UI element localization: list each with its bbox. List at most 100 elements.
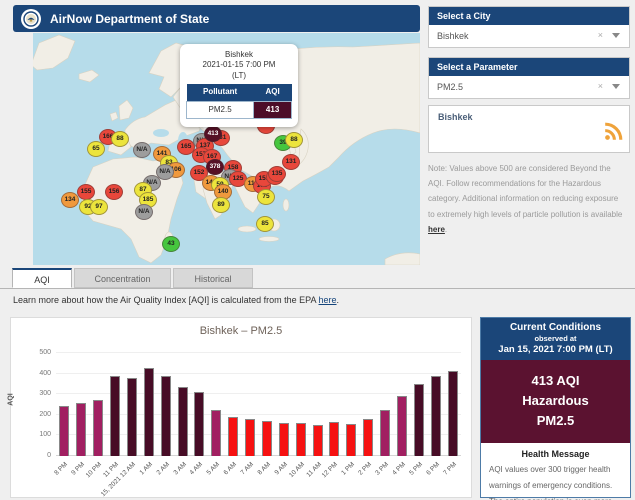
map-popup: Bishkek 2021-01-15 7:00 PM (LT) Pollutan… xyxy=(180,44,298,127)
popup-timezone: (LT) xyxy=(186,71,292,81)
aqi-bar xyxy=(329,422,339,456)
select-parameter-header: Select a Parameter xyxy=(429,58,629,76)
tab-concentration[interactable]: Concentration xyxy=(74,268,171,288)
aqi-bar xyxy=(296,423,306,456)
aqi-bar xyxy=(194,392,204,456)
select-city-box: Select a City Bishkek × xyxy=(428,6,630,48)
select-city-header: Select a City xyxy=(429,7,629,25)
note-here-link[interactable]: here xyxy=(428,225,445,234)
observed-at-label: observed at xyxy=(483,334,628,343)
aqi-bar xyxy=(211,410,221,456)
city-chevron-down-icon[interactable] xyxy=(612,33,620,38)
page: AirNow Department of State xyxy=(0,0,635,500)
city-clear-icon[interactable]: × xyxy=(598,30,603,40)
aqi-bar xyxy=(76,403,86,456)
aqi-world-map[interactable]: 1668865N/A14116583106N/AN/A87185N/A15513… xyxy=(33,33,420,265)
city-feed-box: Bishkek xyxy=(428,105,630,153)
learn-more-text: Learn more about how the Air Quality Ind… xyxy=(13,295,339,305)
aqi-bar xyxy=(380,410,390,456)
gridline xyxy=(56,373,461,374)
aqi-map-marker[interactable]: 131 xyxy=(282,154,300,170)
parameter-chevron-down-icon[interactable] xyxy=(612,84,620,89)
aqi-bar xyxy=(144,368,154,456)
note-text: Note: Values above 500 are considered Be… xyxy=(428,164,622,219)
aqi-chart-card: Bishkek – PM2.5 AQI 0100200300400500 8 P… xyxy=(10,317,472,498)
select-parameter-box: Select a Parameter PM2.5 × xyxy=(428,57,630,99)
health-message-block: Health Message AQI values over 300 trigg… xyxy=(481,443,630,500)
aqi-map-marker[interactable]: N/A xyxy=(135,204,153,220)
current-conditions-title: Current Conditions xyxy=(483,322,628,333)
aqi-value: 413 AQI xyxy=(481,371,630,391)
parameter-dropdown[interactable]: PM2.5 × xyxy=(429,76,629,98)
aqi-summary-block: 413 AQI Hazardous PM2.5 xyxy=(481,360,630,443)
aqi-bar xyxy=(279,423,289,456)
y-axis-tick: 100 xyxy=(23,431,51,438)
aqi-map-marker[interactable]: 89 xyxy=(212,197,230,213)
aqi-bar xyxy=(228,417,238,456)
aqi-map-marker[interactable]: 43 xyxy=(162,236,180,252)
aqi-map-marker[interactable]: 155 xyxy=(77,184,95,200)
aqi-bar xyxy=(110,376,120,456)
current-conditions-header: Current Conditions observed at Jan 15, 2… xyxy=(481,318,630,360)
tab-aqi[interactable]: AQI xyxy=(12,268,72,288)
aqi-map-marker[interactable]: N/A xyxy=(133,142,151,158)
aqi-map-marker[interactable]: 134 xyxy=(61,192,79,208)
aqi-map-marker[interactable]: 85 xyxy=(256,216,274,232)
y-axis-tick: 500 xyxy=(23,349,51,356)
health-message-title: Health Message xyxy=(489,449,622,459)
aqi-note: Note: Values above 500 are considered Be… xyxy=(428,161,626,237)
aqi-category: Hazardous xyxy=(481,391,630,411)
tab-historical[interactable]: Historical xyxy=(173,268,253,288)
epa-here-link[interactable]: here xyxy=(319,295,337,305)
aqi-bar xyxy=(431,376,441,456)
popup-datetime: 2021-01-15 7:00 PM xyxy=(186,60,292,70)
view-tabs: AQIConcentrationHistorical xyxy=(12,268,253,288)
aqi-bar xyxy=(161,376,171,456)
y-axis-tick: 0 xyxy=(23,452,51,459)
y-axis-tick: 400 xyxy=(23,370,51,377)
aqi-map-marker[interactable]: 65 xyxy=(87,141,105,157)
aqi-map-marker[interactable]: 88 xyxy=(285,132,303,148)
app-header: AirNow Department of State xyxy=(13,5,420,32)
city-dropdown-value: Bishkek xyxy=(437,31,469,41)
y-axis-tick: 200 xyxy=(23,411,51,418)
state-department-seal-icon xyxy=(21,9,41,29)
aqi-bar xyxy=(397,396,407,456)
aqi-map-marker[interactable]: 88 xyxy=(111,131,129,147)
aqi-bar xyxy=(363,419,373,456)
aqi-bar xyxy=(414,384,424,456)
feed-city-label: Bishkek xyxy=(438,112,473,122)
popup-aqi-table: Pollutant AQI PM2.5 413 xyxy=(186,84,292,119)
chart-title: Bishkek – PM2.5 xyxy=(11,325,471,337)
aqi-map-marker[interactable]: 156 xyxy=(105,184,123,200)
popup-col-pollutant: Pollutant xyxy=(187,84,254,101)
health-message-text: AQI values over 300 trigger health warni… xyxy=(489,462,622,500)
app-title: AirNow Department of State xyxy=(50,12,209,26)
parameter-clear-icon[interactable]: × xyxy=(598,81,603,91)
popup-pollutant-value: PM2.5 xyxy=(187,101,254,118)
gridline xyxy=(56,352,461,353)
aqi-bar xyxy=(448,371,458,456)
popup-col-aqi: AQI xyxy=(254,84,292,101)
aqi-bar xyxy=(178,387,188,456)
y-axis-tick: 300 xyxy=(23,390,51,397)
aqi-bar xyxy=(346,424,356,456)
aqi-map-marker[interactable]: 97 xyxy=(90,199,108,215)
aqi-map-marker[interactable]: 75 xyxy=(257,189,275,205)
aqi-bar xyxy=(127,378,137,456)
chart-y-axis-label: AQI xyxy=(8,393,15,405)
current-conditions-panel: Current Conditions observed at Jan 15, 2… xyxy=(480,317,631,498)
rss-feed-icon[interactable] xyxy=(602,121,624,148)
popup-aqi-value: 413 xyxy=(254,101,292,118)
aqi-bar xyxy=(262,421,272,456)
observed-datetime: Jan 15, 2021 7:00 PM (LT) xyxy=(483,344,628,355)
aqi-bar xyxy=(93,400,103,456)
aqi-pollutant: PM2.5 xyxy=(481,411,630,431)
chart-plot-area xyxy=(56,353,461,456)
city-dropdown[interactable]: Bishkek × xyxy=(429,25,629,47)
aqi-bar xyxy=(59,406,69,456)
parameter-dropdown-value: PM2.5 xyxy=(437,82,463,92)
aqi-bar xyxy=(245,419,255,456)
aqi-map-marker[interactable]: 135 xyxy=(268,166,286,182)
aqi-bar xyxy=(313,425,323,456)
